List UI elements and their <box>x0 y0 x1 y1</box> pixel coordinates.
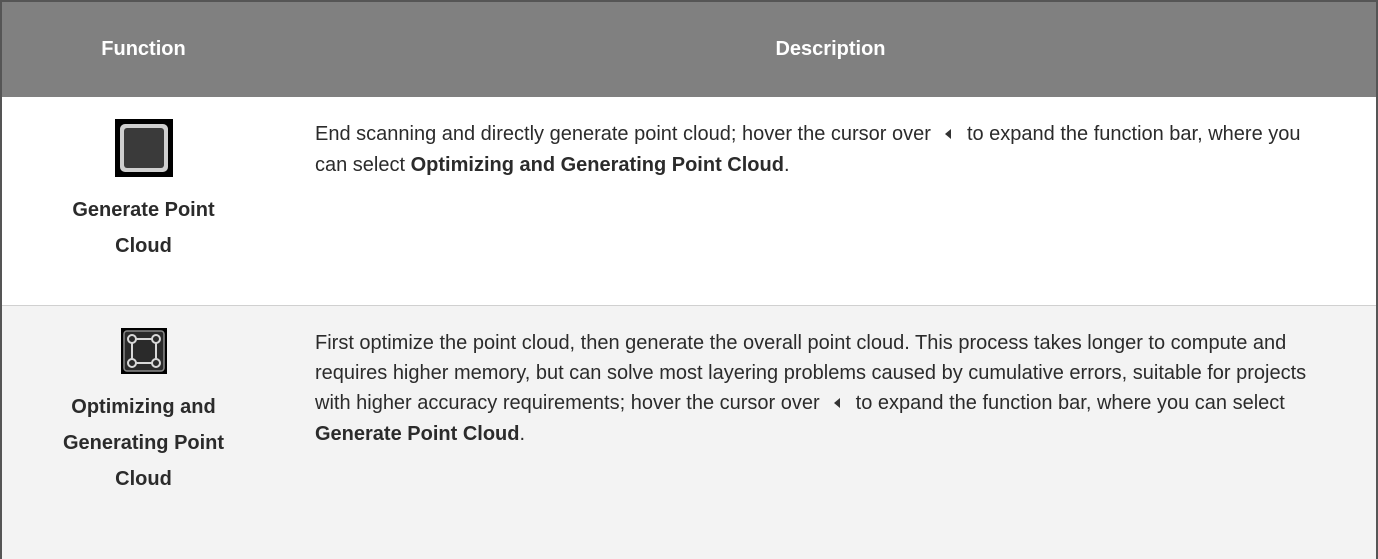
function-cell: Optimizing and Generating Point Cloud <box>1 305 285 559</box>
table-header-row: Function Description <box>1 1 1377 97</box>
function-label: Generate Point Cloud <box>72 199 215 257</box>
description-text: to expand the function bar, where you ca… <box>855 391 1285 414</box>
stop-square-icon <box>114 119 173 182</box>
header-function: Function <box>101 38 186 60</box>
description-cell: End scanning and directly generate point… <box>285 97 1377 305</box>
table-row: Optimizing and Generating Point Cloud Fi… <box>1 305 1377 559</box>
description-end: . <box>783 153 790 176</box>
description-end: . <box>519 422 526 445</box>
table-row: Generate Point Cloud End scanning and di… <box>1 97 1377 306</box>
optimize-points-icon <box>120 327 167 379</box>
expand-arrow-icon <box>833 387 840 417</box>
description-text: End scanning and directly generate point… <box>315 123 931 145</box>
description-emphasis: Generate Point Cloud <box>315 422 520 445</box>
description-emphasis: Optimizing and Generating Point Cloud <box>410 153 784 176</box>
function-table: Function Description Generate Point Clou… <box>0 0 1378 559</box>
header-description: Description <box>775 38 886 60</box>
description-cell: First optimize the point cloud, then gen… <box>285 305 1377 559</box>
expand-arrow-icon <box>944 118 951 148</box>
function-label: Optimizing and Generating Point Cloud <box>62 395 225 490</box>
function-cell: Generate Point Cloud <box>1 97 285 305</box>
